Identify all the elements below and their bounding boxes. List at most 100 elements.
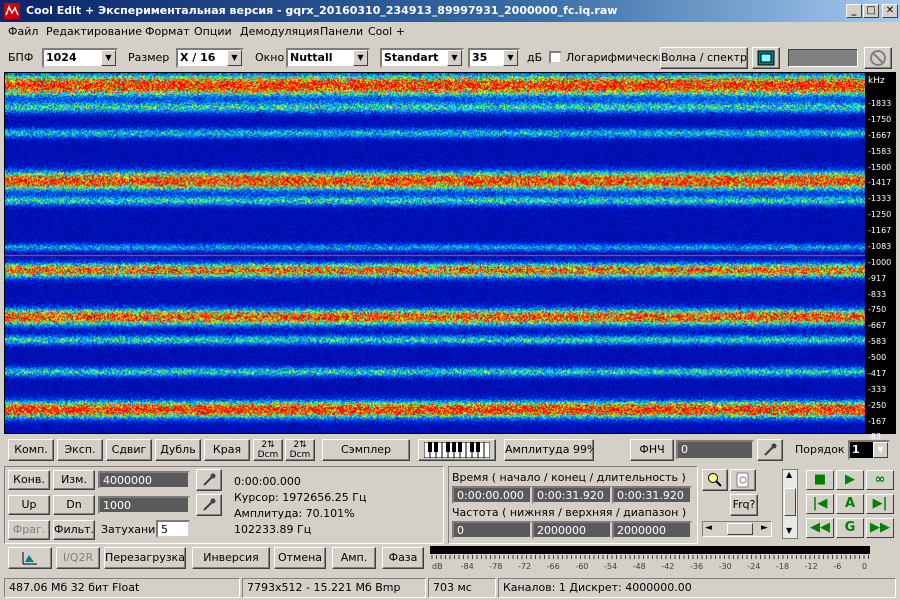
maximize-button[interactable]: □ xyxy=(863,4,879,18)
close-button[interactable]: ✕ xyxy=(882,4,898,18)
vertical-scrollbar[interactable]: ▲ ▼ xyxy=(782,469,798,539)
reload-button[interactable]: Перезагрузка xyxy=(104,547,186,569)
kompl-button[interactable]: Комп. xyxy=(8,439,54,461)
cancel-button[interactable]: Отмена xyxy=(274,547,326,569)
rewind-button[interactable]: ◀◀ xyxy=(806,518,834,538)
meter-label: -66 xyxy=(546,562,560,571)
frag-button[interactable]: Фраг. xyxy=(8,520,50,540)
menu-file[interactable]: Файл xyxy=(8,25,38,38)
menu-cool[interactable]: Cool + xyxy=(368,25,405,38)
chevron-down-icon: ▼ xyxy=(353,50,368,66)
pipette-2-button[interactable] xyxy=(196,494,222,516)
shift-button[interactable]: Сдвиг xyxy=(106,439,152,461)
fade-field[interactable]: 5 xyxy=(156,520,190,538)
scroll-right-icon[interactable]: ► xyxy=(761,523,768,533)
ruler-unit: kHz xyxy=(868,76,885,86)
filt-button[interactable]: Фильт. xyxy=(53,520,95,540)
stop-button[interactable] xyxy=(864,47,892,69)
play-button[interactable]: ▶ xyxy=(836,470,864,490)
menu-demodulation[interactable]: Демодуляция xyxy=(240,25,319,38)
mode-select[interactable]: Standart ▼ xyxy=(380,48,464,68)
minimize-button[interactable]: _ xyxy=(846,4,862,18)
fft-select[interactable]: 1024 ▼ xyxy=(42,48,118,68)
scroll-down-icon[interactable]: ▼ xyxy=(786,526,792,535)
vscroll-thumb[interactable] xyxy=(784,488,796,516)
skip-start-icon: |◀ xyxy=(812,496,828,511)
sampler-button[interactable]: Сэмплер xyxy=(322,439,410,461)
meter-label: dB xyxy=(432,562,443,571)
edges-button[interactable]: Края xyxy=(204,439,250,461)
exp-button[interactable]: Эксп. xyxy=(57,439,103,461)
play-icon: ▶ xyxy=(845,472,855,487)
lpf-button[interactable]: ФНЧ xyxy=(630,439,674,461)
meter-label: -48 xyxy=(632,562,646,571)
piano-button[interactable] xyxy=(418,439,496,461)
spectrogram[interactable] xyxy=(4,72,866,434)
film-button[interactable] xyxy=(752,47,780,69)
freq-high-field[interactable]: 2000000 xyxy=(532,521,612,539)
window-value: Nuttall xyxy=(290,51,333,64)
conv-button[interactable]: Конв. xyxy=(8,470,50,490)
lpf-value-field[interactable]: 0 xyxy=(676,440,754,460)
stop-transport-button[interactable]: ■ xyxy=(806,470,834,490)
log-checkbox[interactable] xyxy=(549,51,562,64)
db-value: 35 xyxy=(472,51,488,64)
chevron-down-icon: ▼ xyxy=(447,50,462,66)
meter-bar xyxy=(430,546,870,554)
horizontal-scrollbar[interactable]: ◄ ► xyxy=(702,521,772,537)
mode-value: Standart xyxy=(384,51,439,64)
a-button[interactable]: A xyxy=(836,494,864,514)
menu-panels[interactable]: Панели xyxy=(320,25,363,38)
scroll-thumb[interactable] xyxy=(727,523,753,535)
dcm-up-button[interactable]: 2⇅ Dcm xyxy=(253,439,283,461)
zoom-in-button[interactable] xyxy=(702,469,728,491)
menu-options[interactable]: Опции xyxy=(194,25,232,38)
amp-button[interactable]: Амп. xyxy=(332,547,376,569)
value2-field[interactable]: 1000 xyxy=(98,496,190,514)
to-start-button[interactable]: |◀ xyxy=(806,494,834,514)
inverse-button[interactable]: Инверсия xyxy=(192,547,270,569)
up-button[interactable]: Up xyxy=(8,495,50,515)
to-end-button[interactable]: ▶| xyxy=(866,494,894,514)
chart-button[interactable] xyxy=(8,547,52,569)
time-length-field[interactable]: 0:00:31.920 xyxy=(612,486,692,504)
freq-low-field[interactable]: 0 xyxy=(452,521,532,539)
eyedropper-icon xyxy=(203,473,216,486)
ruler-tick: -250 xyxy=(868,400,887,410)
scroll-up-icon[interactable]: ▲ xyxy=(786,470,792,479)
meter-ticks xyxy=(431,555,869,559)
scroll-left-icon[interactable]: ◄ xyxy=(705,523,712,533)
time-end-field[interactable]: 0:00:31.920 xyxy=(532,486,612,504)
order-value: 1 xyxy=(852,443,860,456)
dub-button[interactable]: Дубль xyxy=(155,439,201,461)
time-start-field[interactable]: 0:00:00.000 xyxy=(452,486,532,504)
menu-format[interactable]: Формат xyxy=(145,25,190,38)
window-select[interactable]: Nuttall ▼ xyxy=(286,48,370,68)
g-button[interactable]: G xyxy=(836,518,864,538)
wave-spectrum-button[interactable]: Волна / спектр xyxy=(660,47,748,69)
zoom-page-button[interactable] xyxy=(730,469,756,491)
loop-button[interactable]: ∞ xyxy=(866,470,894,490)
pipette-button[interactable] xyxy=(757,439,783,461)
ruler-tick: -1750 xyxy=(868,114,892,124)
dcm-down-button[interactable]: 2⇅ Dcm xyxy=(285,439,315,461)
menu-edit[interactable]: Редактирование xyxy=(46,25,142,38)
db-select[interactable]: 35 ▼ xyxy=(468,48,520,68)
value1-field[interactable]: 4000000 xyxy=(98,471,190,489)
chevron-down-icon: ▼ xyxy=(873,442,888,458)
amplitude-button[interactable]: Амплитуда 99% xyxy=(504,439,594,461)
fast-forward-button[interactable]: ▶▶ xyxy=(866,518,894,538)
rewind-icon: ◀◀ xyxy=(810,520,830,535)
order-select[interactable]: 1 ▼ xyxy=(848,440,890,460)
iq2r-button[interactable]: I/Q2R xyxy=(56,547,100,569)
frq-button[interactable]: Frq? xyxy=(730,494,758,516)
freq-range-field[interactable]: 2000000 xyxy=(612,521,692,539)
ruler-tick: -1250 xyxy=(868,210,892,220)
size-select[interactable]: X / 16 ▼ xyxy=(176,48,244,68)
dn-button[interactable]: Dn xyxy=(53,495,95,515)
pipette-1-button[interactable] xyxy=(196,469,222,491)
ruler-tick: -167 xyxy=(868,416,887,426)
phase-button[interactable]: Фаза xyxy=(382,547,424,569)
izm-button[interactable]: Изм. xyxy=(53,470,95,490)
film-icon xyxy=(757,50,775,66)
